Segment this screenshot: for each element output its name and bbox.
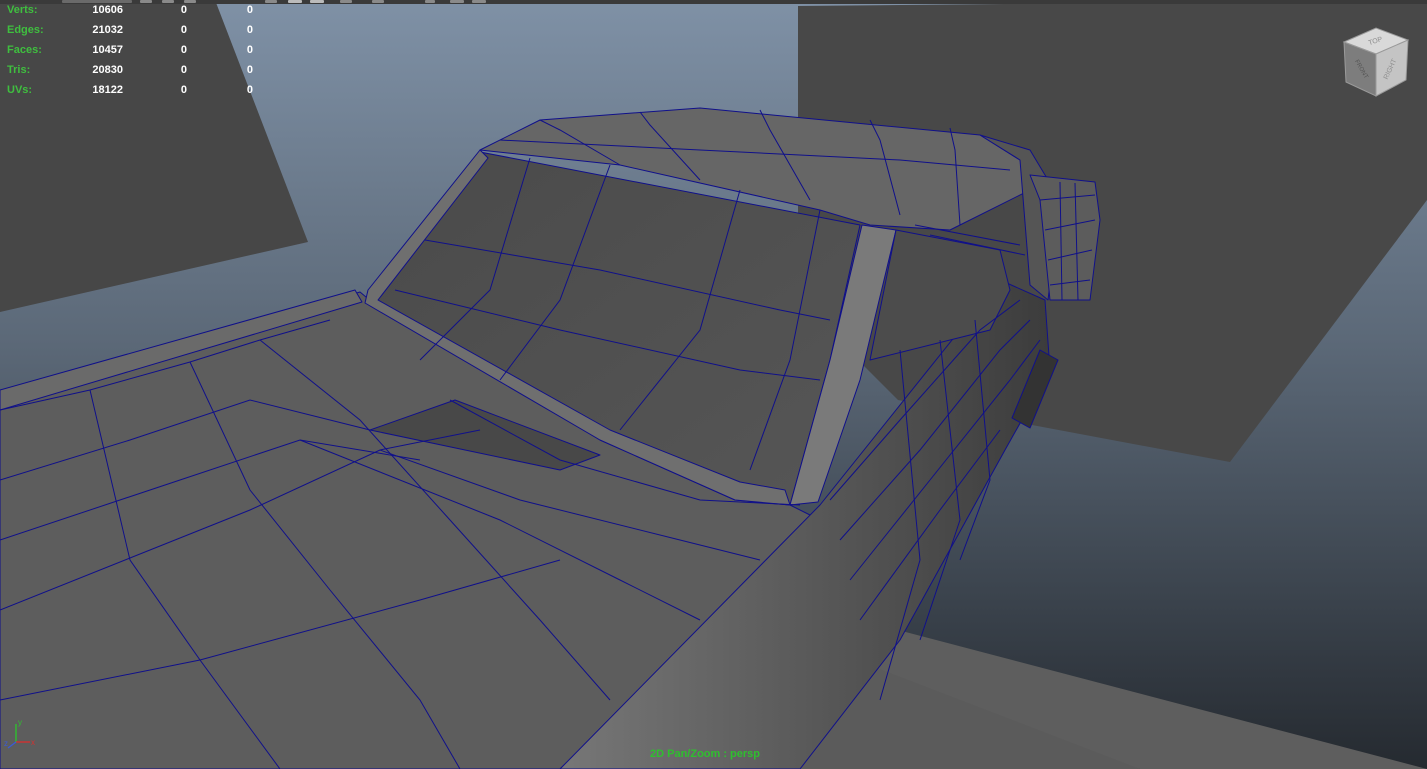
hud-component: 0: [246, 24, 253, 36]
perspective-viewport[interactable]: Verts: 10606 0 0 Edges: 21032 0 0 Faces:…: [0, 0, 1427, 769]
hud-label: Verts:: [7, 4, 38, 16]
hud-label: Tris:: [7, 64, 31, 76]
toolbar-button[interactable]: [450, 0, 464, 3]
toolbar-button[interactable]: [310, 0, 324, 3]
hud-component: 0: [246, 44, 253, 56]
view-cube[interactable]: TOP FRONT RIGHT: [1336, 20, 1416, 102]
axis-z-label: z: [4, 739, 8, 748]
hud-total: 21032: [92, 24, 123, 36]
toolbar-strip: [0, 0, 1427, 4]
hud-component: 0: [246, 4, 253, 16]
hud-label: Edges:: [7, 24, 44, 36]
hud-total: 18122: [92, 84, 123, 96]
toolbar-button[interactable]: [184, 0, 196, 3]
toolbar-button[interactable]: [425, 0, 435, 3]
toolbar-button[interactable]: [472, 0, 486, 3]
hud-total: 20830: [92, 64, 123, 76]
toolbar-button[interactable]: [372, 0, 384, 3]
scene-render: [0, 0, 1427, 769]
axis-gizmo-icon: y x z: [4, 718, 35, 749]
camera-label: 2D Pan/Zoom : persp: [650, 748, 761, 760]
toolbar-button[interactable]: [340, 0, 352, 3]
toolbar-button[interactable]: [140, 0, 152, 3]
toolbar-button[interactable]: [265, 0, 277, 3]
hud-selected: 0: [180, 44, 187, 56]
hud-selected: 0: [180, 84, 187, 96]
hud-label: Faces:: [7, 44, 42, 56]
hud-total: 10606: [92, 4, 123, 16]
hud-selected: 0: [180, 24, 187, 36]
hud-total: 10457: [92, 44, 123, 56]
axis-y-label: y: [18, 718, 22, 727]
axis-x-label: x: [31, 738, 35, 747]
toolbar-button[interactable]: [162, 0, 174, 3]
hud-selected: 0: [180, 64, 187, 76]
toolbar-button[interactable]: [62, 0, 132, 3]
hud-component: 0: [246, 84, 253, 96]
hud-component: 0: [246, 64, 253, 76]
hud-selected: 0: [180, 4, 187, 16]
toolbar-button[interactable]: [288, 0, 302, 3]
hud-label: UVs:: [7, 84, 33, 96]
